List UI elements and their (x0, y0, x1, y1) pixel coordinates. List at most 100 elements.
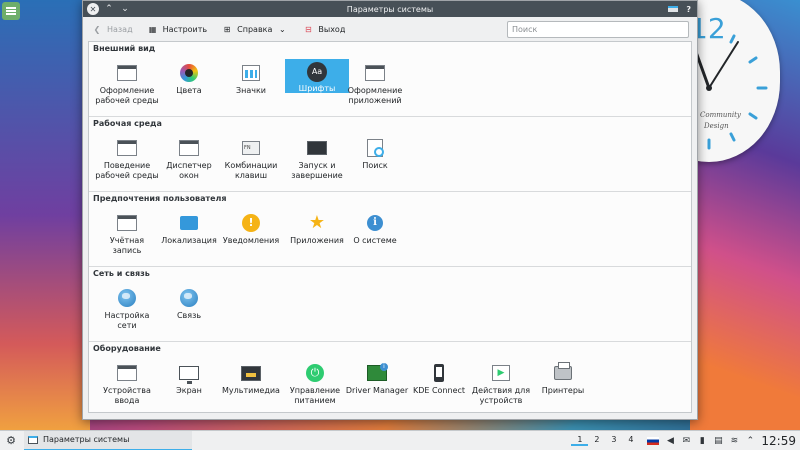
settings-item[interactable]: Значки (219, 59, 283, 96)
application-style-icon-wrap (364, 62, 386, 84)
window-titlebar[interactable]: ✕ ⌃ ⌄ Параметры системы ? (83, 1, 697, 17)
settings-item-label: О системе (353, 236, 397, 245)
printers-icon (554, 362, 572, 380)
settings-item-label: Действия для устройств (471, 386, 531, 405)
digital-clock[interactable]: 12:59 (761, 434, 796, 448)
settings-item-label: Запуск и завершение (291, 161, 343, 180)
window-manager-icon (179, 140, 199, 156)
settings-item[interactable]: ▶ Действия для устройств (469, 359, 533, 406)
window-icon (28, 435, 38, 444)
icons-icon (242, 65, 260, 81)
input-devices-icon (117, 365, 137, 381)
settings-item-label: Значки (235, 86, 267, 95)
localization-icon-wrap (178, 212, 200, 234)
help-menu-button[interactable]: ⊞ Справка ⌄ (221, 23, 288, 35)
desktop-toolbox-button[interactable] (2, 2, 20, 20)
settings-item[interactable]: Учётная запись (95, 209, 159, 256)
kde-connect-icon (434, 364, 444, 382)
multimedia-icon (241, 365, 261, 381)
icons-icon-wrap (240, 62, 262, 84)
arrow-left-icon: ❮ (93, 24, 101, 34)
settings-item-label: Цвета (176, 86, 202, 95)
keyboard-layout-flag-icon[interactable] (647, 436, 660, 445)
clipboard-icon[interactable]: ▤ (713, 436, 723, 446)
settings-item[interactable]: Экран (157, 359, 221, 396)
settings-item[interactable]: Цвета (157, 59, 221, 96)
settings-item[interactable]: Оформление рабочей среды (95, 59, 159, 106)
search-icon (367, 139, 384, 157)
help-icon[interactable]: ? (686, 5, 691, 14)
settings-section: Предпочтения пользователя Учётная запись Л… (89, 192, 691, 267)
search-input[interactable] (507, 20, 689, 38)
back-label: Назад (107, 24, 133, 34)
configure-label: Настроить (162, 24, 208, 34)
desktop-1[interactable]: 1 (571, 435, 589, 446)
back-button[interactable]: ❮ Назад (91, 23, 133, 35)
settings-item[interactable]: Устройства ввода (95, 359, 159, 406)
taskbar-task-system-settings[interactable]: Параметры системы (24, 430, 192, 450)
kde-launcher-icon[interactable]: ⚙ (2, 432, 20, 450)
desktop-4[interactable]: 4 (622, 435, 639, 446)
settings-item[interactable]: Настройка сети (95, 284, 159, 331)
close-icon[interactable]: ✕ (87, 3, 99, 15)
power-management-icon-wrap: ⏻ (304, 362, 326, 384)
window-menu-icon[interactable] (668, 6, 679, 12)
settings-item[interactable]: Поиск (343, 134, 407, 171)
desktop-behavior-icon (117, 140, 137, 156)
task-label: Параметры системы (43, 435, 130, 444)
desktop-2[interactable]: 2 (588, 435, 605, 446)
workspace-theme-icon (117, 65, 137, 81)
about-system-icon: i (367, 215, 383, 231)
network-settings-icon-wrap (116, 287, 138, 309)
settings-item[interactable]: Связь (157, 284, 221, 321)
quit-button[interactable]: ⊟ Выход (302, 23, 345, 35)
settings-item[interactable]: i О системе (343, 209, 407, 246)
system-settings-window: ✕ ⌃ ⌄ Параметры системы ? ❮ Назад ▦ Наст… (82, 0, 698, 420)
chevron-up-icon[interactable]: ⌃ (103, 3, 115, 15)
settings-item-label: Шрифты (298, 84, 336, 93)
expand-tray-icon[interactable]: ⌃ (745, 436, 755, 446)
configure-icon: ▦ (148, 24, 157, 34)
volume-icon[interactable]: ◀ (665, 436, 675, 446)
desktop-3[interactable]: 3 (605, 435, 622, 446)
configure-button[interactable]: ▦ Настроить (147, 23, 208, 35)
settings-item[interactable]: Локализация (157, 209, 221, 246)
quit-label: Выход (318, 24, 346, 34)
settings-item-label: Оформление приложений (347, 86, 403, 105)
settings-item[interactable]: ⏻ Управление питанием (283, 359, 347, 406)
about-system-icon-wrap: i (364, 212, 386, 234)
section-title: Сеть и связь (93, 269, 150, 278)
colors-icon-wrap (178, 62, 200, 84)
battery-icon[interactable]: ▮ (697, 436, 707, 446)
network-settings-icon (118, 289, 136, 307)
fonts-icon: Aa (307, 62, 327, 82)
settings-item[interactable]: Запуск и завершение (285, 134, 349, 181)
startup-shutdown-icon (307, 141, 327, 155)
settings-item[interactable]: FN Комбинации клавиш (219, 134, 283, 181)
settings-item[interactable]: KDE Connect (407, 359, 471, 396)
workspace-theme-icon-wrap (116, 62, 138, 84)
taskbar-panel: ⚙ Параметры системы 1 2 3 4 ◀ ✉ ▮ ▤ ≋ ⌃ … (0, 430, 800, 450)
settings-item[interactable]: Оформление приложений (343, 59, 407, 106)
settings-item[interactable]: Диспетчер окон (157, 134, 221, 181)
settings-item[interactable]: ★ Приложения (285, 209, 349, 246)
kde-connect-icon-wrap (428, 362, 450, 384)
chevron-down-icon[interactable]: ⌄ (119, 3, 131, 15)
section-title: Внешний вид (93, 44, 156, 53)
application-style-icon (365, 65, 385, 81)
applications-icon-wrap: ★ (306, 212, 328, 234)
settings-item[interactable]: Мультимедиа (219, 359, 283, 396)
settings-item[interactable]: Aa Шрифты (285, 59, 349, 93)
device-actions-icon: ▶ (492, 365, 510, 381)
settings-item[interactable]: Поведение рабочей среды (95, 134, 159, 181)
wifi-icon[interactable]: ≋ (729, 436, 739, 446)
printers-icon-wrap (552, 362, 574, 384)
settings-item[interactable]: ! Уведомления (219, 209, 283, 246)
settings-item-label: Поиск (362, 161, 388, 170)
fonts-icon-wrap: Aa (306, 62, 328, 82)
settings-item[interactable]: Принтеры (531, 359, 595, 396)
mail-icon[interactable]: ✉ (681, 436, 691, 446)
display-icon-wrap (178, 362, 200, 384)
search-icon-wrap (364, 137, 386, 159)
settings-item[interactable]: Driver Manager (345, 359, 409, 396)
